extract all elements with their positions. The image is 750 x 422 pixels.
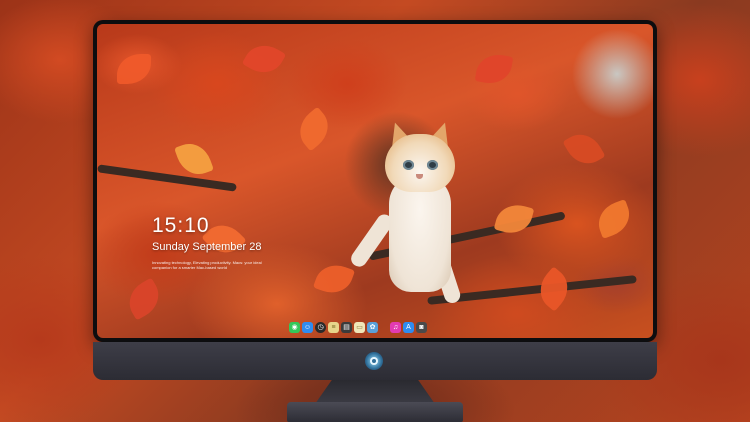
lock-screen-tagline: Innovating technology, Elevating product… bbox=[152, 260, 262, 270]
kitten-head bbox=[385, 134, 455, 192]
kitten-eye bbox=[403, 160, 414, 170]
monitor-bezel: 15:10 Sunday September 28 Innovating tec… bbox=[93, 20, 657, 342]
wallpaper-leaf bbox=[174, 137, 214, 181]
wallpaper-leaf bbox=[474, 51, 514, 87]
screen: 15:10 Sunday September 28 Innovating tec… bbox=[97, 24, 653, 338]
kitten-illustration bbox=[348, 116, 475, 316]
monitor-chin bbox=[93, 342, 657, 380]
wallpaper-leaf bbox=[291, 106, 337, 152]
wallpaper-leaf bbox=[117, 54, 151, 84]
photos-icon[interactable]: ✿ bbox=[367, 321, 378, 333]
monitor: 15:10 Sunday September 28 Innovating tec… bbox=[93, 20, 657, 380]
kitten-eye bbox=[427, 160, 438, 170]
lock-screen-date: Sunday September 28 bbox=[152, 241, 262, 253]
brand-logo-icon bbox=[365, 352, 383, 370]
wallpaper-leaf bbox=[312, 259, 356, 299]
monitor-stand-neck bbox=[315, 380, 435, 404]
notes-icon[interactable]: ≡ bbox=[328, 321, 339, 333]
wallpaper-branch bbox=[97, 164, 237, 192]
monitor-stand-base bbox=[287, 402, 463, 422]
clapper-icon[interactable]: ▤ bbox=[341, 321, 352, 333]
messages-icon[interactable]: ◉ bbox=[289, 321, 300, 333]
camera-icon[interactable]: ◙ bbox=[416, 321, 427, 333]
dock: ◉ ☺ ◷ ≡ ▤ ▭ ✿ ♫ A ◙ bbox=[289, 320, 427, 334]
lock-screen-clock: 15:10 bbox=[152, 214, 210, 237]
wallpaper-leaf bbox=[121, 277, 167, 321]
wallpaper-leaf bbox=[592, 199, 636, 239]
app-store-icon[interactable]: A bbox=[403, 321, 414, 333]
wallpaper-leaf bbox=[241, 37, 287, 81]
music-icon[interactable]: ♫ bbox=[390, 321, 401, 333]
logo-glyph-icon bbox=[370, 357, 378, 365]
clock-icon[interactable]: ◷ bbox=[315, 321, 326, 333]
files-icon[interactable]: ▭ bbox=[354, 321, 365, 333]
wallpaper-leaf bbox=[562, 126, 606, 172]
finder-icon[interactable]: ☺ bbox=[302, 321, 313, 333]
